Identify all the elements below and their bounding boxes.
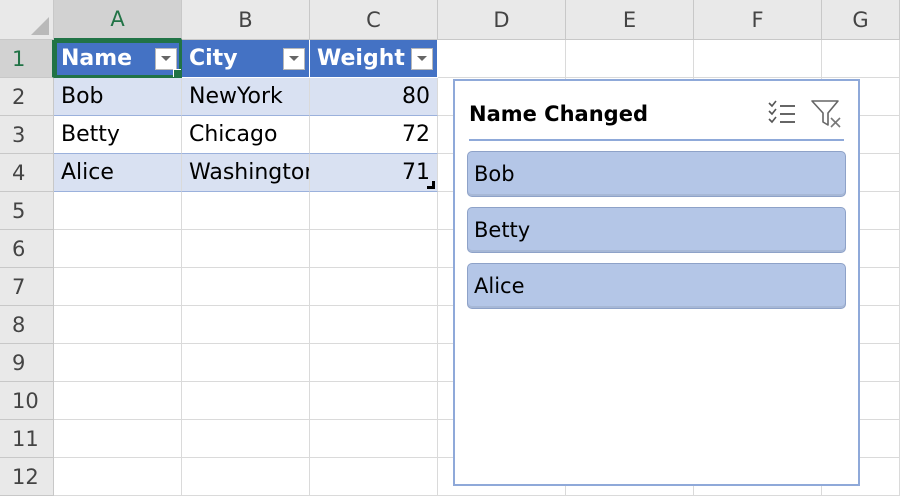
multi-select-icon[interactable] bbox=[764, 96, 800, 132]
cell[interactable] bbox=[310, 382, 438, 420]
cell[interactable] bbox=[54, 306, 182, 344]
cell[interactable] bbox=[310, 192, 438, 230]
row-header-3[interactable]: 3 bbox=[0, 116, 54, 154]
row-header-11[interactable]: 11 bbox=[0, 420, 54, 458]
table-header-city[interactable]: City bbox=[182, 40, 310, 78]
table-cell-name[interactable]: Betty bbox=[54, 116, 182, 154]
column-header-c[interactable]: C bbox=[310, 0, 438, 40]
cell[interactable] bbox=[182, 306, 310, 344]
cell[interactable] bbox=[310, 344, 438, 382]
cell[interactable] bbox=[310, 230, 438, 268]
cell-e1[interactable] bbox=[566, 40, 694, 78]
cell[interactable] bbox=[182, 458, 310, 496]
column-header-g[interactable]: G bbox=[822, 0, 900, 40]
cell[interactable] bbox=[182, 420, 310, 458]
slicer-item[interactable]: Bob bbox=[467, 151, 846, 197]
slicer-item[interactable]: Betty bbox=[467, 207, 846, 253]
table-cell-name[interactable]: Bob bbox=[54, 78, 182, 116]
cell[interactable] bbox=[310, 420, 438, 458]
filter-dropdown-weight[interactable] bbox=[411, 47, 433, 70]
table-cell-city[interactable]: Chicago bbox=[182, 116, 310, 154]
cell[interactable] bbox=[54, 458, 182, 496]
table-header-city-label: City bbox=[189, 46, 238, 71]
cell[interactable] bbox=[54, 344, 182, 382]
slicer-items: Bob Betty Alice bbox=[467, 151, 846, 319]
cell-d1[interactable] bbox=[438, 40, 566, 78]
table-cell-city[interactable]: NewYork bbox=[182, 78, 310, 116]
cell[interactable] bbox=[182, 230, 310, 268]
row-header-1[interactable]: 1 bbox=[0, 40, 54, 78]
cell[interactable] bbox=[54, 192, 182, 230]
column-header-b[interactable]: B bbox=[182, 0, 310, 40]
column-header-f[interactable]: F bbox=[694, 0, 822, 40]
cell[interactable] bbox=[310, 458, 438, 496]
table-cell-city[interactable]: Washington bbox=[182, 154, 310, 192]
row-header-4[interactable]: 4 bbox=[0, 154, 54, 192]
table-header-weight[interactable]: Weight bbox=[310, 40, 438, 78]
cell[interactable] bbox=[182, 344, 310, 382]
filter-dropdown-name[interactable] bbox=[155, 47, 177, 70]
table-cell-weight[interactable]: 71 bbox=[310, 154, 438, 192]
slicer-header: Name Changed bbox=[469, 89, 844, 141]
table-header-weight-label: Weight bbox=[317, 46, 405, 71]
table-cell-weight[interactable]: 80 bbox=[310, 78, 438, 116]
cell-f1[interactable] bbox=[694, 40, 822, 78]
cell[interactable] bbox=[54, 268, 182, 306]
row-header-7[interactable]: 7 bbox=[0, 268, 54, 306]
slicer-title: Name Changed bbox=[469, 102, 648, 126]
clear-filter-icon[interactable] bbox=[808, 96, 844, 132]
cell[interactable] bbox=[54, 420, 182, 458]
row-header-6[interactable]: 6 bbox=[0, 230, 54, 268]
column-header-e[interactable]: E bbox=[566, 0, 694, 40]
table-cell-name[interactable]: Alice bbox=[54, 154, 182, 192]
column-header-d[interactable]: D bbox=[438, 0, 566, 40]
row-header-8[interactable]: 8 bbox=[0, 306, 54, 344]
table-header-name-label: Name bbox=[61, 46, 133, 71]
cell[interactable] bbox=[182, 382, 310, 420]
column-header-a[interactable]: A bbox=[54, 0, 182, 40]
row-header-5[interactable]: 5 bbox=[0, 192, 54, 230]
slicer-panel[interactable]: Name Changed Bob Betty Alice bbox=[453, 79, 860, 486]
select-all-corner[interactable] bbox=[0, 0, 54, 40]
row-header-2[interactable]: 2 bbox=[0, 78, 54, 116]
slicer-item[interactable]: Alice bbox=[467, 263, 846, 309]
row-header-12[interactable]: 12 bbox=[0, 458, 54, 496]
cell-g1[interactable] bbox=[822, 40, 900, 78]
cell[interactable] bbox=[310, 268, 438, 306]
cell[interactable] bbox=[182, 192, 310, 230]
cell[interactable] bbox=[54, 230, 182, 268]
table-header-name[interactable]: Name bbox=[54, 40, 182, 78]
row-header-10[interactable]: 10 bbox=[0, 382, 54, 420]
cell[interactable] bbox=[182, 268, 310, 306]
cell[interactable] bbox=[310, 306, 438, 344]
table-cell-weight[interactable]: 72 bbox=[310, 116, 438, 154]
cell[interactable] bbox=[54, 382, 182, 420]
row-header-9[interactable]: 9 bbox=[0, 344, 54, 382]
filter-dropdown-city[interactable] bbox=[283, 47, 305, 70]
